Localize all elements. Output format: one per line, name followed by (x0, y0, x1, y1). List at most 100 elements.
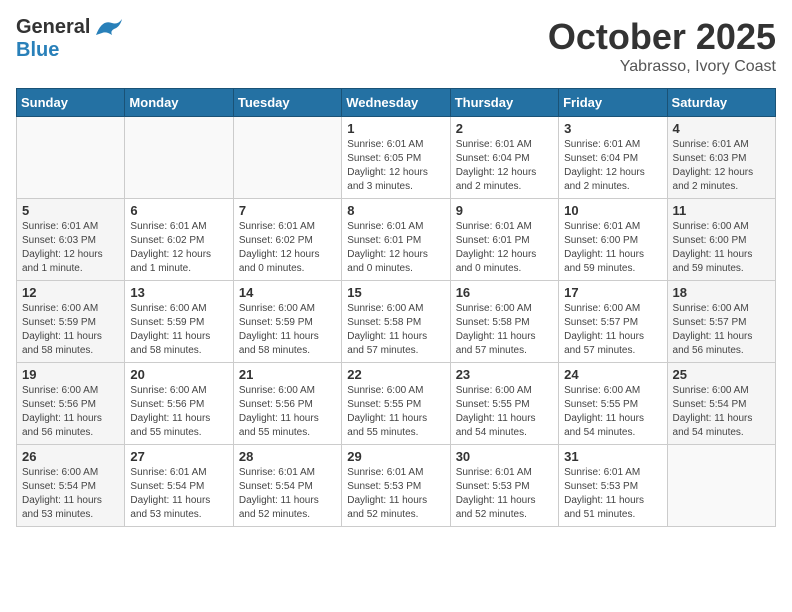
location-title: Yabrasso, Ivory Coast (548, 58, 776, 76)
day-number: 29 (347, 449, 444, 464)
day-number: 30 (456, 449, 553, 464)
day-info: Sunrise: 6:00 AMSunset: 5:59 PMDaylight:… (130, 302, 227, 358)
weekday-header-cell: Saturday (667, 89, 775, 117)
calendar-day-cell: 20 Sunrise: 6:00 AMSunset: 5:56 PMDayligh… (125, 363, 233, 445)
calendar-day-cell: 24 Sunrise: 6:00 AMSunset: 5:55 PMDayligh… (559, 363, 667, 445)
day-number: 28 (239, 449, 336, 464)
day-number: 9 (456, 203, 553, 218)
day-info: Sunrise: 6:00 AMSunset: 6:00 PMDaylight:… (673, 220, 770, 276)
day-info: Sunrise: 6:00 AMSunset: 5:56 PMDaylight:… (22, 384, 119, 440)
day-info: Sunrise: 6:01 AMSunset: 6:02 PMDaylight:… (239, 220, 336, 276)
calendar-day-cell: 31Sunrise: 6:01 AMSunset: 5:53 PMDayligh… (559, 445, 667, 527)
logo: General Blue (16, 16, 124, 62)
day-number: 19 (22, 367, 119, 382)
calendar-day-cell: 22 Sunrise: 6:00 AMSunset: 5:55 PMDayligh… (342, 363, 450, 445)
weekday-header-cell: Monday (125, 89, 233, 117)
day-number: 27 (130, 449, 227, 464)
day-info: Sunrise: 6:01 AMSunset: 5:54 PMDaylight:… (239, 466, 336, 522)
day-number: 23 (456, 367, 553, 382)
day-number: 8 (347, 203, 444, 218)
calendar-day-cell: 14 Sunrise: 6:00 AMSunset: 5:59 PMDayligh… (233, 281, 341, 363)
calendar-body: 1 Sunrise: 6:01 AMSunset: 6:05 PMDaylight… (17, 117, 776, 527)
calendar-day-cell: 2 Sunrise: 6:01 AMSunset: 6:04 PMDaylight… (450, 117, 558, 199)
weekday-header-cell: Wednesday (342, 89, 450, 117)
day-info: Sunrise: 6:01 AMSunset: 6:02 PMDaylight:… (130, 220, 227, 276)
weekday-header-cell: Sunday (17, 89, 125, 117)
calendar-day-cell (667, 445, 775, 527)
day-number: 22 (347, 367, 444, 382)
calendar-day-cell: 19 Sunrise: 6:00 AMSunset: 5:56 PMDayligh… (17, 363, 125, 445)
calendar-day-cell: 21 Sunrise: 6:00 AMSunset: 5:56 PMDayligh… (233, 363, 341, 445)
day-info: Sunrise: 6:01 AMSunset: 6:04 PMDaylight:… (564, 138, 661, 194)
day-info: Sunrise: 6:01 AMSunset: 6:04 PMDaylight:… (456, 138, 553, 194)
calendar-day-cell: 6 Sunrise: 6:01 AMSunset: 6:02 PMDaylight… (125, 199, 233, 281)
day-info: Sunrise: 6:00 AMSunset: 5:59 PMDaylight:… (22, 302, 119, 358)
calendar-day-cell (233, 117, 341, 199)
calendar-day-cell: 11 Sunrise: 6:00 AMSunset: 6:00 PMDayligh… (667, 199, 775, 281)
calendar-day-cell: 1 Sunrise: 6:01 AMSunset: 6:05 PMDaylight… (342, 117, 450, 199)
day-info: Sunrise: 6:01 AMSunset: 6:00 PMDaylight:… (564, 220, 661, 276)
calendar-table: SundayMondayTuesdayWednesdayThursdayFrid… (16, 88, 776, 527)
day-info: Sunrise: 6:00 AMSunset: 5:58 PMDaylight:… (456, 302, 553, 358)
logo-blue-text: Blue (16, 39, 59, 61)
calendar-week-row: 19 Sunrise: 6:00 AMSunset: 5:56 PMDayligh… (17, 363, 776, 445)
calendar-day-cell: 18 Sunrise: 6:00 AMSunset: 5:57 PMDayligh… (667, 281, 775, 363)
day-info: Sunrise: 6:00 AMSunset: 5:56 PMDaylight:… (130, 384, 227, 440)
day-number: 15 (347, 285, 444, 300)
day-info: Sunrise: 6:01 AMSunset: 6:03 PMDaylight:… (673, 138, 770, 194)
day-number: 11 (673, 203, 770, 218)
day-number: 6 (130, 203, 227, 218)
day-number: 26 (22, 449, 119, 464)
title-block: October 2025 Yabrasso, Ivory Coast (548, 16, 776, 76)
day-number: 17 (564, 285, 661, 300)
day-number: 2 (456, 121, 553, 136)
weekday-header-cell: Friday (559, 89, 667, 117)
day-number: 10 (564, 203, 661, 218)
day-info: Sunrise: 6:00 AMSunset: 5:59 PMDaylight:… (239, 302, 336, 358)
calendar-day-cell: 8Sunrise: 6:01 AMSunset: 6:01 PMDaylight… (342, 199, 450, 281)
day-info: Sunrise: 6:01 AMSunset: 6:03 PMDaylight:… (22, 220, 119, 276)
day-number: 4 (673, 121, 770, 136)
calendar-day-cell: 7Sunrise: 6:01 AMSunset: 6:02 PMDaylight… (233, 199, 341, 281)
day-info: Sunrise: 6:00 AMSunset: 5:56 PMDaylight:… (239, 384, 336, 440)
day-info: Sunrise: 6:01 AMSunset: 5:54 PMDaylight:… (130, 466, 227, 522)
day-info: Sunrise: 6:00 AMSunset: 5:57 PMDaylight:… (673, 302, 770, 358)
day-info: Sunrise: 6:01 AMSunset: 6:01 PMDaylight:… (456, 220, 553, 276)
day-number: 5 (22, 203, 119, 218)
calendar-day-cell (17, 117, 125, 199)
day-info: Sunrise: 6:00 AMSunset: 5:55 PMDaylight:… (564, 384, 661, 440)
day-info: Sunrise: 6:01 AMSunset: 5:53 PMDaylight:… (347, 466, 444, 522)
day-number: 1 (347, 121, 444, 136)
calendar-day-cell: 25Sunrise: 6:00 AMSunset: 5:54 PMDayligh… (667, 363, 775, 445)
calendar-day-cell: 23Sunrise: 6:00 AMSunset: 5:55 PMDayligh… (450, 363, 558, 445)
calendar-day-cell: 13 Sunrise: 6:00 AMSunset: 5:59 PMDayligh… (125, 281, 233, 363)
calendar-day-cell: 5 Sunrise: 6:01 AMSunset: 6:03 PMDaylight… (17, 199, 125, 281)
calendar-day-cell: 29 Sunrise: 6:01 AMSunset: 5:53 PMDayligh… (342, 445, 450, 527)
weekday-header-cell: Thursday (450, 89, 558, 117)
day-number: 16 (456, 285, 553, 300)
calendar-day-cell: 30 Sunrise: 6:01 AMSunset: 5:53 PMDayligh… (450, 445, 558, 527)
day-number: 13 (130, 285, 227, 300)
day-number: 20 (130, 367, 227, 382)
day-info: Sunrise: 6:00 AMSunset: 5:57 PMDaylight:… (564, 302, 661, 358)
calendar-day-cell: 15Sunrise: 6:00 AMSunset: 5:58 PMDayligh… (342, 281, 450, 363)
calendar-day-cell: 28 Sunrise: 6:01 AMSunset: 5:54 PMDayligh… (233, 445, 341, 527)
day-info: Sunrise: 6:00 AMSunset: 5:54 PMDaylight:… (22, 466, 119, 522)
calendar-day-cell (125, 117, 233, 199)
day-info: Sunrise: 6:00 AMSunset: 5:55 PMDaylight:… (347, 384, 444, 440)
day-number: 14 (239, 285, 336, 300)
day-info: Sunrise: 6:01 AMSunset: 6:05 PMDaylight:… (347, 138, 444, 194)
page-header: General Blue October 2025 Yabrasso, Ivor… (16, 16, 776, 76)
calendar-day-cell: 27 Sunrise: 6:01 AMSunset: 5:54 PMDayligh… (125, 445, 233, 527)
day-number: 24 (564, 367, 661, 382)
day-number: 18 (673, 285, 770, 300)
calendar-day-cell: 17 Sunrise: 6:00 AMSunset: 5:57 PMDayligh… (559, 281, 667, 363)
calendar-day-cell: 16 Sunrise: 6:00 AMSunset: 5:58 PMDayligh… (450, 281, 558, 363)
logo-general-text: General (16, 16, 90, 39)
day-number: 21 (239, 367, 336, 382)
calendar-day-cell: 10 Sunrise: 6:01 AMSunset: 6:00 PMDayligh… (559, 199, 667, 281)
calendar-day-cell: 4 Sunrise: 6:01 AMSunset: 6:03 PMDaylight… (667, 117, 775, 199)
calendar-week-row: 26 Sunrise: 6:00 AMSunset: 5:54 PMDayligh… (17, 445, 776, 527)
calendar-week-row: 12Sunrise: 6:00 AMSunset: 5:59 PMDayligh… (17, 281, 776, 363)
day-info: Sunrise: 6:01 AMSunset: 5:53 PMDaylight:… (456, 466, 553, 522)
